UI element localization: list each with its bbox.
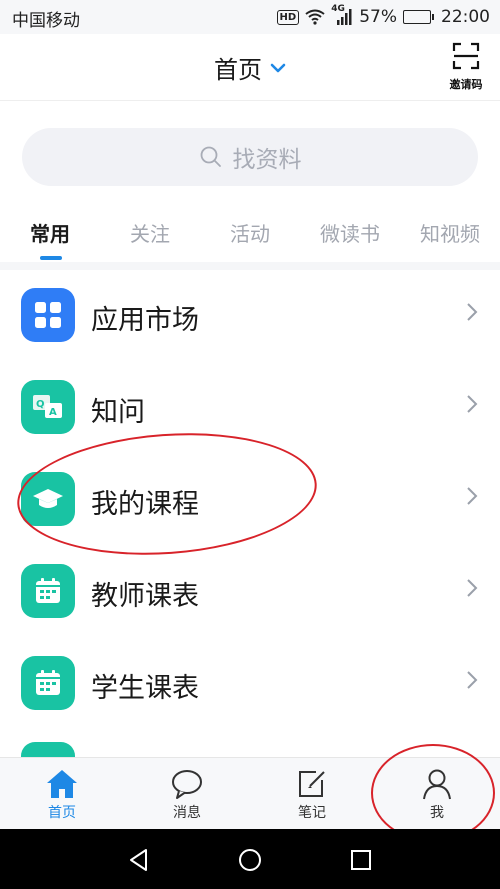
signal-icon [337,9,352,25]
scan-icon [452,42,480,70]
calendar-icon [21,564,75,618]
title-dropdown[interactable]: 首页 [214,50,286,85]
tabbar-messages[interactable]: 消息 [137,766,237,822]
tabbar-notes[interactable]: 笔记 [262,766,362,822]
screen: 中国移动 HD 4G 57% 22:00 首页 邀请码 找资料 常用 关注 活动… [0,0,500,889]
list-item-app-market[interactable]: 应用市场 [0,270,500,362]
home-circle-icon[interactable] [237,847,263,873]
section-divider [0,262,500,270]
chevron-right-icon [467,671,478,689]
list-item-label: 知问 [91,397,145,428]
carrier-label: 中国移动 [12,11,80,31]
tabbar-home[interactable]: 首页 [12,766,112,822]
system-navigation-bar [0,829,500,889]
svg-text:A: A [49,407,57,418]
search-placeholder: 找资料 [232,147,302,173]
header: 首页 邀请码 [0,34,500,101]
chevron-down-icon [270,63,286,72]
active-tab-indicator [40,256,62,260]
list-item-label: 学生课表 [91,673,199,704]
home-icon [47,770,77,798]
chat-bubble-icon [172,770,202,799]
page-title: 首页 [214,56,262,84]
note-edit-icon [299,771,325,797]
qa-icon: Q A [21,380,75,434]
tab-activity[interactable]: 活动 [200,218,300,247]
category-tabs: 常用 关注 活动 微读书 知视频 [0,206,500,262]
battery-percent: 57% [359,7,397,27]
header-title-wrap: 首页 [0,50,500,85]
invite-code-label: 邀请码 [449,78,483,91]
annotation-circle-me [371,744,495,842]
list-item-label: 教师课表 [91,581,199,612]
svg-text:Q: Q [36,399,45,410]
battery-icon [403,10,434,24]
invite-code-button[interactable]: 邀请码 [446,42,486,92]
tab-knowledge-video[interactable]: 知视频 [400,218,500,247]
tabbar-label: 消息 [173,805,201,821]
clock: 22:00 [441,7,490,27]
tabbar-label: 首页 [48,805,76,821]
recents-icon[interactable] [348,847,374,873]
wifi-icon [305,9,325,25]
tab-follow[interactable]: 关注 [100,218,200,247]
list-item-teacher-schedule[interactable]: 教师课表 [0,546,500,638]
hd-badge: HD [276,9,300,25]
tabbar-label: 笔记 [298,805,326,821]
status-bar: 中国移动 HD 4G 57% 22:00 [0,0,500,34]
signal-indicator: 4G [331,4,353,26]
chevron-right-icon [467,303,478,321]
chevron-right-icon [467,395,478,413]
tab-common[interactable]: 常用 [0,218,100,247]
tab-micro-reading[interactable]: 微读书 [300,218,400,247]
list-item-student-schedule[interactable]: 学生课表 [0,638,500,730]
back-icon[interactable] [126,847,152,873]
calendar-icon [21,656,75,710]
chevron-right-icon [467,579,478,597]
app-grid-icon [21,288,75,342]
chevron-right-icon [467,487,478,505]
status-indicators: HD 4G 57% 22:00 [276,4,490,29]
search-bar[interactable]: 找资料 [22,128,478,186]
list-item-label: 应用市场 [91,305,199,336]
search-icon [200,146,221,167]
